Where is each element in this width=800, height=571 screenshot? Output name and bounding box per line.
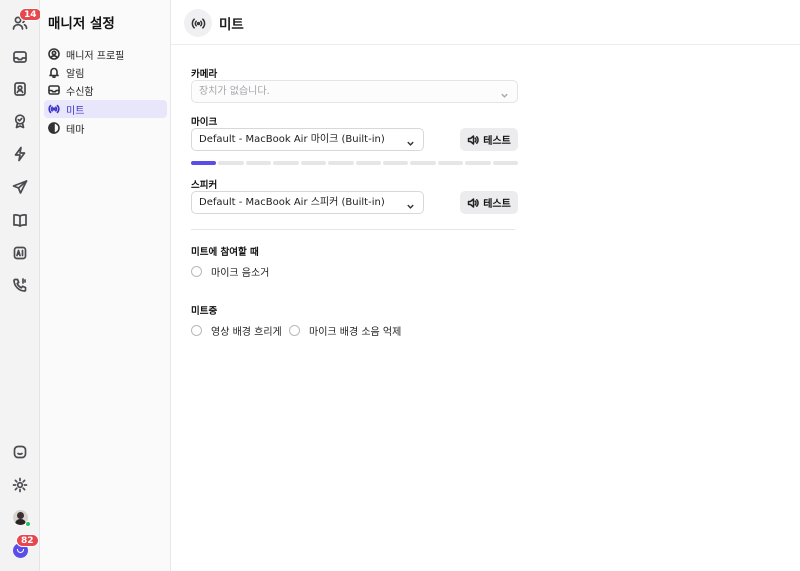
mic-level-segment (300, 161, 327, 165)
mic-level-segment (245, 161, 272, 165)
join-section-title: 미트에 참여할 때 (191, 247, 259, 258)
mute-mic-checkbox[interactable] (191, 266, 202, 277)
bell-icon (49, 67, 59, 78)
speaker-icon (467, 197, 480, 208)
mic-label: 마이크 (191, 117, 218, 128)
user-avatar-button[interactable] (6, 503, 34, 531)
contacts-icon (14, 82, 26, 96)
main-content: 미트 카메라 장치가 없습니다. 마이크 Default - MacBook A… (171, 0, 800, 571)
camera-select[interactable]: 장치가 없습니다. (191, 80, 518, 103)
speaker-icon (467, 134, 480, 145)
mute-mic-label: 마이크 음소거 (211, 268, 270, 279)
badge-button[interactable] (6, 107, 34, 135)
section-divider (191, 229, 515, 230)
speaker-label: 스피커 (191, 180, 218, 191)
noise-suppression-label: 마이크 배경 소음 억제 (309, 327, 402, 338)
inbox-button[interactable] (6, 43, 34, 71)
ai-icon (13, 246, 27, 260)
theme-icon (48, 122, 60, 134)
blur-background-option[interactable]: 영상 배경 흐리게 (191, 323, 282, 338)
settings-button[interactable] (6, 471, 34, 499)
nav-item-label: 알림 (66, 68, 85, 80)
mic-level-segment (218, 161, 244, 165)
mic-select[interactable]: Default - MacBook Air 마이크 (Built-in) (191, 128, 424, 151)
people-button[interactable]: 14 (6, 8, 42, 37)
send-icon (12, 180, 28, 194)
docs-button[interactable] (6, 206, 34, 234)
nav-item-manager-profile[interactable]: 매니저 프로필 (44, 45, 167, 63)
speaker-test-button[interactable]: 테스트 (460, 191, 518, 214)
channel-button[interactable]: 82 (6, 534, 39, 564)
mic-test-button[interactable]: 테스트 (460, 128, 518, 151)
inbox-icon (48, 85, 60, 95)
mute-mic-option[interactable]: 마이크 음소거 (191, 264, 269, 279)
mic-level-segment (191, 161, 217, 165)
page-title: 미트 (219, 17, 244, 33)
nav-item-label: 매니저 프로필 (66, 50, 125, 62)
nav-item-notifications[interactable]: 알림 (44, 63, 167, 81)
online-status-dot (25, 521, 31, 527)
chat-icon (13, 445, 27, 459)
chevron-down-icon (406, 135, 415, 146)
during-section-title: 미트중 (191, 306, 218, 317)
chat-support-button[interactable] (6, 438, 34, 466)
noise-suppression-checkbox[interactable] (289, 325, 300, 336)
mic-level-segment (465, 161, 491, 165)
mic-level-segment (273, 161, 299, 165)
contacts-button[interactable] (6, 75, 34, 103)
icon-rail: 14 82 (0, 0, 42, 571)
chevron-down-icon (500, 87, 509, 98)
meet-icon (48, 104, 60, 114)
nav-item-label: 수신함 (66, 86, 94, 98)
mic-level-segment (382, 161, 409, 165)
phone-icon (13, 278, 27, 292)
speaker-test-label: 테스트 (483, 199, 511, 210)
profile-icon (48, 48, 60, 60)
speaker-select-value: Default - MacBook Air 스피커 (Built-in) (199, 197, 385, 208)
mic-level-segment (437, 161, 464, 165)
automation-button[interactable] (6, 140, 34, 168)
chevron-down-icon (406, 198, 415, 209)
phone-button[interactable] (6, 271, 34, 299)
meet-icon (191, 17, 205, 29)
campaign-button[interactable] (6, 173, 34, 201)
page-header: 미트 (171, 0, 800, 45)
nav-item-meet[interactable]: 미트 (44, 100, 167, 118)
camera-label: 카메라 (191, 69, 218, 80)
award-icon (14, 114, 26, 129)
settings-nav: 매니저 설정 매니저 프로필 알림 수신함 미트 테마 (40, 0, 171, 571)
ai-button[interactable] (6, 239, 34, 267)
mic-level-segment (492, 161, 519, 165)
mic-level-segment (328, 161, 354, 165)
app-window: 14 82 매니저 설정 매니저 프로필 알림 수신함 미트 테마 미트 카메라… (0, 0, 800, 571)
bolt-icon (14, 146, 26, 162)
meet-header-icon (184, 9, 212, 37)
nav-item-label: 테마 (66, 124, 85, 136)
nav-title: 매니저 설정 (48, 16, 115, 32)
mic-test-label: 테스트 (483, 136, 511, 147)
nav-item-inbox[interactable]: 수신함 (44, 81, 167, 99)
people-badge: 14 (19, 8, 42, 21)
mic-select-value: Default - MacBook Air 마이크 (Built-in) (199, 134, 385, 145)
mic-level-segment (410, 161, 436, 165)
blur-background-checkbox[interactable] (191, 325, 202, 336)
nav-item-label: 미트 (66, 105, 85, 117)
blur-background-label: 영상 배경 흐리게 (211, 327, 282, 338)
mic-level-segment (355, 161, 381, 165)
inbox-icon (13, 51, 27, 63)
camera-select-value: 장치가 없습니다. (199, 86, 270, 97)
book-icon (13, 214, 27, 227)
nav-item-theme[interactable]: 테마 (44, 119, 167, 137)
noise-suppression-option[interactable]: 마이크 배경 소음 억제 (289, 323, 401, 338)
gear-icon (12, 477, 28, 493)
mic-level-meter (191, 161, 519, 165)
channel-badge: 82 (16, 534, 39, 547)
speaker-select[interactable]: Default - MacBook Air 스피커 (Built-in) (191, 191, 424, 214)
